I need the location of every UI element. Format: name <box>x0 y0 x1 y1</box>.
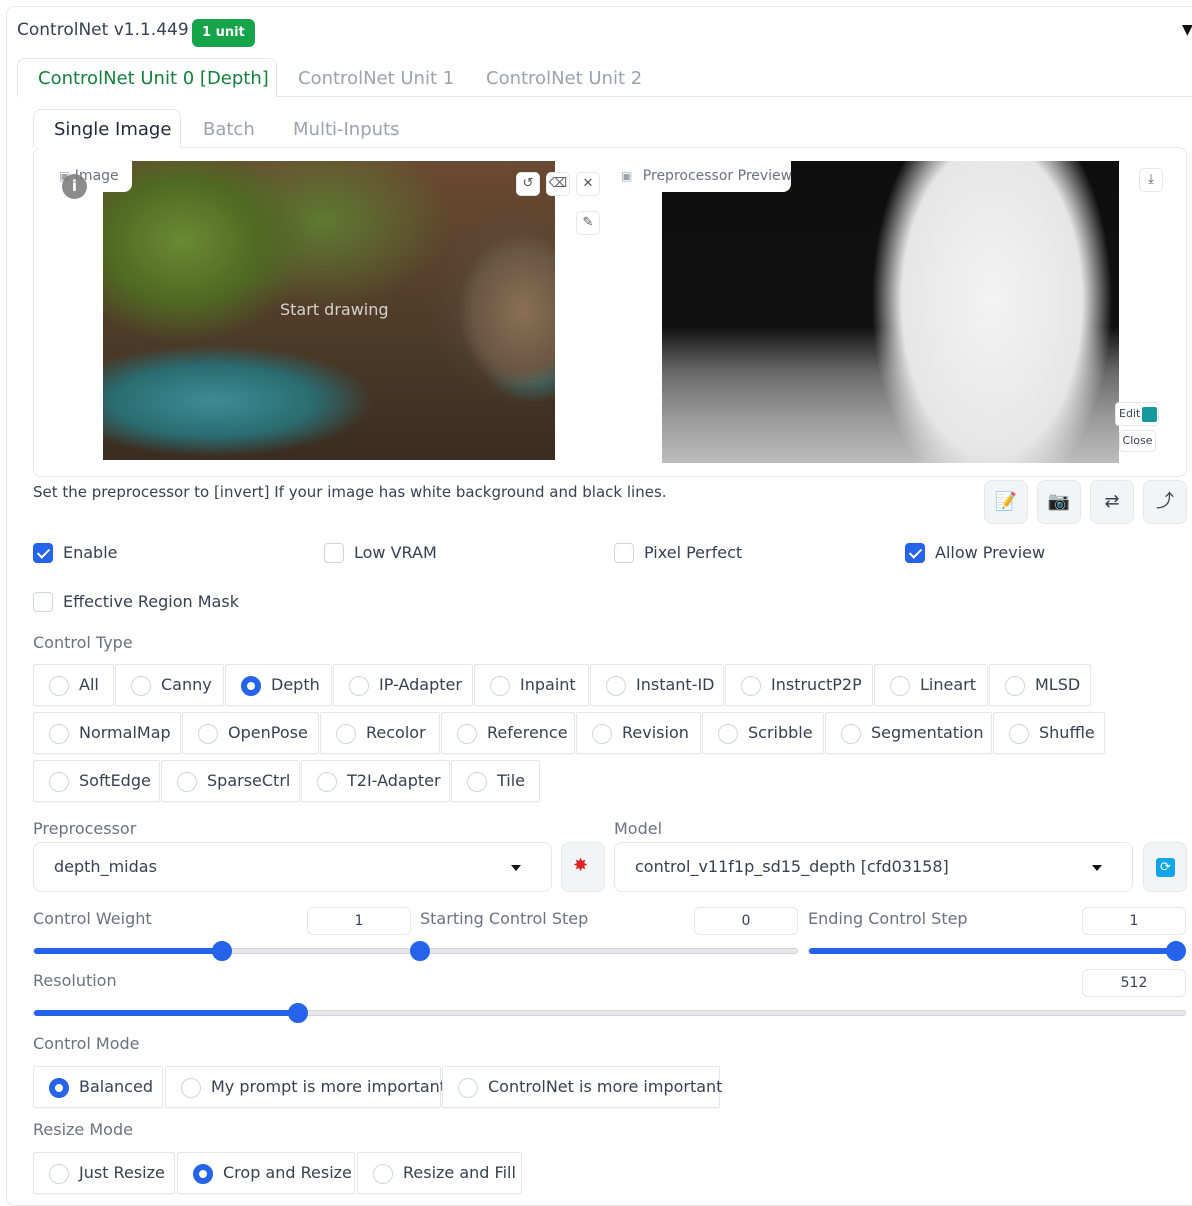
control-mode-balanced[interactable]: Balanced <box>33 1066 163 1108</box>
starting-step-label: Starting Control Step <box>420 909 589 928</box>
resize-mode-resize-and-fill[interactable]: Resize and Fill <box>357 1152 522 1194</box>
send-dimensions-icon[interactable]: ⤴ <box>1143 480 1187 524</box>
open-editor-icon[interactable]: 📝 <box>984 480 1028 524</box>
control-type-canny[interactable]: Canny <box>115 664 224 706</box>
control-type-openpose[interactable]: OpenPose <box>182 712 319 754</box>
control-mode-label: Control Mode <box>33 1034 140 1053</box>
effective-region-mask-checkbox[interactable] <box>33 592 53 612</box>
starting-step-slider-track[interactable] <box>420 948 798 954</box>
control-type-mlsd[interactable]: MLSD <box>989 664 1091 706</box>
undo-icon[interactable]: ↺ <box>516 172 540 196</box>
refresh-models-button[interactable]: ⟳ <box>1143 842 1187 892</box>
control-type-inpaint[interactable]: Inpaint <box>474 664 589 706</box>
low-vram-checkbox[interactable] <box>324 543 344 563</box>
invert-hint: Set the preprocessor to [invert] If your… <box>33 483 667 501</box>
control-type-revision[interactable]: Revision <box>576 712 701 754</box>
control-weight-label: Control Weight <box>33 909 152 928</box>
image-icon: ▣ <box>621 169 633 183</box>
control-type-sparsectrl[interactable]: SparseCtrl <box>161 760 300 802</box>
close-preview-button[interactable]: Close <box>1119 430 1156 452</box>
info-icon[interactable]: i <box>62 174 87 199</box>
panel-title[interactable]: ControlNet v1.1.449 <box>17 20 189 40</box>
pixel-perfect-label: Pixel Perfect <box>644 543 743 562</box>
control-type-instructp2p[interactable]: InstructP2P <box>725 664 873 706</box>
eraser-icon[interactable]: ⌫ <box>546 172 570 196</box>
control-type-shuffle[interactable]: Shuffle <box>993 712 1105 754</box>
control-mode-controlnet-important[interactable]: ControlNet is more important <box>442 1066 722 1108</box>
enable-label: Enable <box>63 543 118 562</box>
ending-step-slider-track[interactable] <box>808 948 1186 954</box>
resolution-slider-fill <box>34 1010 299 1016</box>
starting-step-slider-thumb[interactable] <box>410 941 430 961</box>
ending-step-slider-fill <box>809 948 1185 954</box>
tab-unit-0[interactable]: ControlNet Unit 0 [Depth] <box>38 68 269 89</box>
resolution-label: Resolution <box>33 971 117 990</box>
refresh-icon: ⟳ <box>1156 858 1175 877</box>
tab-single-image[interactable]: Single Image <box>54 119 171 140</box>
control-weight-slider-thumb[interactable] <box>212 941 232 961</box>
control-type-segmentation[interactable]: Segmentation <box>825 712 992 754</box>
pixel-perfect-checkbox[interactable] <box>614 543 634 563</box>
chevron-down-icon <box>511 865 521 871</box>
tab-unit-1[interactable]: ControlNet Unit 1 <box>298 68 454 89</box>
edit-button[interactable]: Edit <box>1115 402 1159 426</box>
start-drawing-overlay: Start drawing <box>280 300 389 319</box>
resize-mode-just-resize[interactable]: Just Resize <box>33 1152 175 1194</box>
control-type-label: Control Type <box>33 633 133 652</box>
ending-step-label: Ending Control Step <box>808 909 968 928</box>
control-mode-prompt-important[interactable]: My prompt is more important <box>165 1066 446 1108</box>
photopea-logo-icon <box>1142 407 1157 422</box>
low-vram-label: Low VRAM <box>354 543 437 562</box>
model-dropdown[interactable]: control_v11f1p_sd15_depth [cfd03158] <box>614 842 1133 892</box>
preprocessor-dropdown[interactable]: depth_midas <box>33 842 552 892</box>
control-type-ip-adapter[interactable]: IP-Adapter <box>333 664 473 706</box>
control-type-scribble[interactable]: Scribble <box>702 712 824 754</box>
ending-step-slider-thumb[interactable] <box>1166 941 1186 961</box>
control-type-instant-id[interactable]: Instant-ID <box>590 664 724 706</box>
effective-region-mask-label: Effective Region Mask <box>63 592 239 611</box>
resize-mode-label: Resize Mode <box>33 1120 133 1139</box>
enable-checkbox[interactable] <box>33 543 53 563</box>
control-type-all[interactable]: All <box>33 664 114 706</box>
webcam-icon[interactable]: 📷 <box>1037 480 1081 524</box>
download-icon[interactable]: ⤓ <box>1139 168 1163 192</box>
resolution-input[interactable]: 512 <box>1082 969 1186 997</box>
control-weight-slider-fill <box>34 948 222 954</box>
allow-preview-checkbox[interactable] <box>905 543 925 563</box>
ending-step-input[interactable]: 1 <box>1082 907 1186 935</box>
control-type-recolor[interactable]: Recolor <box>320 712 440 754</box>
control-type-reference[interactable]: Reference <box>441 712 575 754</box>
resize-mode-crop-and-resize[interactable]: Crop and Resize <box>177 1152 355 1194</box>
collapse-caret-icon[interactable]: ▼ <box>1182 22 1192 38</box>
allow-preview-label: Allow Preview <box>935 543 1046 562</box>
control-type-normalmap[interactable]: NormalMap <box>33 712 181 754</box>
control-type-lineart[interactable]: Lineart <box>874 664 988 706</box>
run-preprocessor-button[interactable]: ✸ <box>561 842 605 892</box>
preprocessor-label: Preprocessor <box>33 819 137 838</box>
brush-icon[interactable]: ✎ <box>576 211 600 235</box>
control-weight-input[interactable]: 1 <box>307 907 411 935</box>
tab-unit-2[interactable]: ControlNet Unit 2 <box>486 68 642 89</box>
unit-count-badge: 1 unit <box>192 19 255 47</box>
preview-label: ▣ Preprocessor Preview <box>611 161 792 192</box>
tab-multi-inputs[interactable]: Multi-Inputs <box>293 119 399 140</box>
model-label: Model <box>614 819 663 838</box>
starting-step-input[interactable]: 0 <box>694 907 798 935</box>
explosion-icon: ✸ <box>573 855 589 876</box>
depth-preview-image <box>662 161 1119 463</box>
tab-batch[interactable]: Batch <box>203 119 255 140</box>
chevron-down-icon <box>1092 865 1102 871</box>
control-type-tile[interactable]: Tile <box>451 760 540 802</box>
swap-icon[interactable]: ⇄ <box>1090 480 1134 524</box>
resolution-slider-track[interactable] <box>33 1010 1186 1016</box>
control-type-softedge[interactable]: SoftEdge <box>33 760 160 802</box>
close-icon[interactable]: ✕ <box>576 172 600 196</box>
control-type-depth[interactable]: Depth <box>225 664 332 706</box>
control-type-t2i-adapter[interactable]: T2I-Adapter <box>301 760 450 802</box>
